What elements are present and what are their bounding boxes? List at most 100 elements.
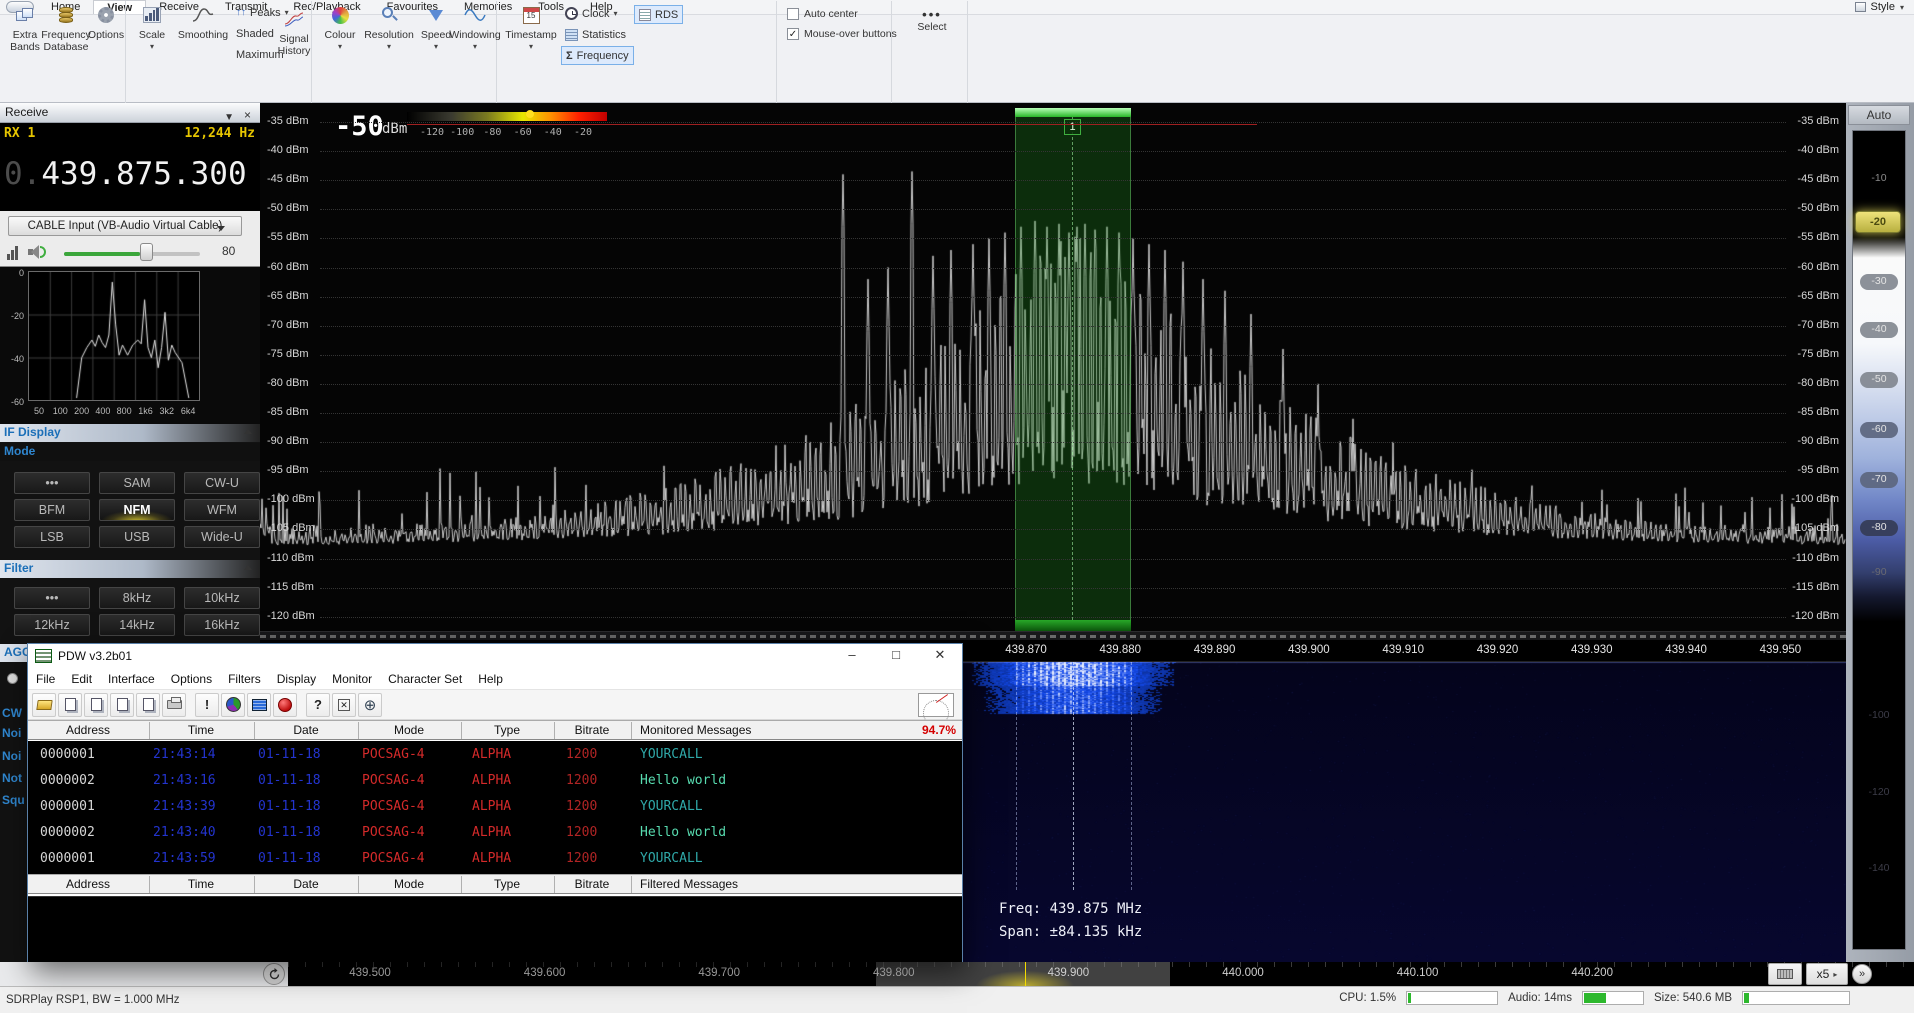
mode-button-SAM[interactable]: SAM	[99, 472, 175, 494]
pdw-column-header[interactable]: Type	[462, 877, 552, 891]
alert-button[interactable]: !	[195, 693, 219, 717]
volume-slider[interactable]	[64, 252, 200, 256]
tuning-region-top-bar[interactable]	[1015, 108, 1131, 117]
pdw-column-header[interactable]: Time	[156, 877, 246, 891]
collapsed-section-label[interactable]: CW	[2, 706, 22, 720]
help-button[interactable]: ?	[306, 693, 330, 717]
filter-button-12kHz[interactable]: 12kHz	[14, 614, 90, 636]
band-refresh-button[interactable]	[263, 963, 285, 985]
section-mode[interactable]: Mode	[0, 443, 260, 461]
mode-button-[interactable]: •••	[14, 472, 90, 494]
close-button[interactable]: ✕	[918, 644, 962, 668]
monitored-messages-header[interactable]: 94.7% AddressTimeDateModeTypeBitrateMoni…	[28, 720, 962, 740]
mode-button-BFM[interactable]: BFM	[14, 499, 90, 521]
section-collapse-icon[interactable]	[244, 429, 252, 434]
pdw-column-header[interactable]: Bitrate	[547, 877, 637, 891]
speed-button[interactable]: Speed▾	[417, 3, 455, 53]
collapsed-section-label[interactable]: Squ	[2, 793, 25, 807]
frequency-digits[interactable]: 0.439.875.300	[4, 156, 247, 192]
open-button[interactable]	[32, 693, 56, 717]
slider-label--50[interactable]: -50	[1860, 372, 1898, 388]
slider-label--20[interactable]: -20	[1855, 211, 1901, 233]
pdw-column-header[interactable]: Time	[156, 723, 246, 737]
maximize-button[interactable]: □	[874, 644, 918, 668]
pdw-title-bar[interactable]: PDW v3.2b01 – □ ✕	[28, 644, 962, 668]
colour-button[interactable]: Colour▾	[319, 3, 361, 53]
filter-button-8kHz[interactable]: 8kHz	[99, 587, 175, 609]
pdw-column-header[interactable]: Address	[43, 723, 133, 737]
rds-button[interactable]: RDS	[634, 5, 683, 24]
slider-label--30[interactable]: -30	[1860, 274, 1898, 290]
pdw-menu-display[interactable]: Display	[269, 672, 324, 686]
pdw-menu-edit[interactable]: Edit	[63, 672, 100, 686]
auto-range-button[interactable]: Auto	[1848, 105, 1910, 125]
pdw-column-header[interactable]: Monitored Messages	[640, 723, 751, 737]
filter-button-16kHz[interactable]: 16kHz	[184, 614, 260, 636]
signal-history-button[interactable]: SignalHistory	[276, 7, 312, 57]
spectrum-waterfall-splitter[interactable]	[260, 631, 1846, 640]
tuning-region[interactable]	[1015, 108, 1131, 631]
statistics-button[interactable]: Statistics	[561, 25, 630, 44]
section-if-display[interactable]: IF Display	[0, 424, 260, 442]
pdw-message-row[interactable]: 000000221:43:4001-11-18POCSAG-4ALPHA1200…	[28, 821, 962, 847]
pdw-menu-filters[interactable]: Filters	[220, 672, 269, 686]
mode-button-CWU[interactable]: CW-U	[184, 472, 260, 494]
smoothing-button[interactable]: Smoothing	[174, 3, 232, 41]
audio-device-select[interactable]: CABLE Input (VB-Audio Virtual Cable)	[8, 216, 242, 236]
receive-panel-header[interactable]: Receive ▼ ×	[0, 103, 260, 123]
mode-button-WideU[interactable]: Wide-U	[184, 526, 260, 548]
clock-button[interactable]: Clock▾	[561, 4, 622, 23]
mode-button-WFM[interactable]: WFM	[184, 499, 260, 521]
intensity-slider-track[interactable]	[1852, 130, 1906, 950]
frequency-button[interactable]: Σ Frequency	[561, 46, 634, 65]
record-button[interactable]	[273, 693, 297, 717]
section-filter[interactable]: Filter	[0, 560, 260, 578]
extra-bands-button[interactable]: ExtraBands	[6, 3, 44, 53]
volume-slider-thumb[interactable]	[140, 243, 153, 261]
select-button[interactable]: ••• Select	[910, 9, 954, 33]
print-button[interactable]	[162, 693, 186, 717]
collapsed-section-label[interactable]: Noi	[2, 726, 21, 740]
mode-button-NFM[interactable]: NFM	[99, 499, 175, 521]
pdw-menu-monitor[interactable]: Monitor	[324, 672, 380, 686]
filter-button-14kHz[interactable]: 14kHz	[99, 614, 175, 636]
statistics-button[interactable]	[221, 693, 245, 717]
fast-forward-button[interactable]: »	[1852, 964, 1872, 984]
minimize-button[interactable]: –	[830, 644, 874, 668]
collapsed-section-label[interactable]: Noi	[2, 749, 21, 763]
filter-button-10kHz[interactable]: 10kHz	[184, 587, 260, 609]
pdw-message-row[interactable]: 000000121:43:3901-11-18POCSAG-4ALPHA1200…	[28, 795, 962, 821]
frequency-database-button[interactable]: FrequencyDatabase	[44, 3, 88, 53]
pdw-menu-character-set[interactable]: Character Set	[380, 672, 470, 686]
pdw-column-header[interactable]: Date	[261, 723, 351, 737]
globe-button[interactable]: ⊕	[358, 693, 382, 717]
pdw-column-header[interactable]: Filtered Messages	[640, 877, 738, 891]
style-menu[interactable]: Style ▾	[1855, 0, 1904, 14]
spectrum-display[interactable]: 1 -50 dBm -35 dBm-35 dBm-40 dBm-40 dBm-4…	[260, 103, 1846, 631]
windowing-button[interactable]: Windowing▾	[455, 3, 495, 53]
pdw-menu-help[interactable]: Help	[470, 672, 511, 686]
shaded-button[interactable]: Shaded	[232, 24, 278, 43]
mode-button-LSB[interactable]: LSB	[14, 526, 90, 548]
pdw-column-header[interactable]: Bitrate	[547, 723, 637, 737]
filtered-messages-header[interactable]: AddressTimeDateModeTypeBitrateFiltered M…	[28, 874, 962, 894]
options-button[interactable]: Options	[88, 3, 124, 41]
pdw-window[interactable]: PDW v3.2b01 – □ ✕ FileEditInterfaceOptio…	[27, 643, 963, 962]
slider-label--70[interactable]: -70	[1860, 472, 1898, 488]
zoom-level-button[interactable]: x5▸	[1806, 963, 1848, 985]
pdw-message-row[interactable]: 000000121:43:5901-11-18POCSAG-4ALPHA1200…	[28, 847, 962, 873]
pdw-message-row[interactable]: 000000221:43:1601-11-18POCSAG-4ALPHA1200…	[28, 769, 962, 795]
pdw-column-header[interactable]: Date	[261, 877, 351, 891]
pdw-column-header[interactable]: Mode	[364, 723, 454, 737]
pdw-menu-interface[interactable]: Interface	[100, 672, 163, 686]
band-scale[interactable]: 439.500439.600439.700439.800439.900440.0…	[260, 962, 1764, 986]
keyboard-entry-button[interactable]	[1768, 963, 1802, 985]
tuning-region-bottom-bar[interactable]	[1015, 620, 1131, 631]
pdw-menu-options[interactable]: Options	[163, 672, 220, 686]
pdw-column-header[interactable]: Address	[43, 877, 133, 891]
speaker-icon[interactable]	[28, 244, 46, 260]
copy-button[interactable]	[58, 693, 82, 717]
scale-button[interactable]: Scale▾	[132, 3, 172, 53]
monitor-button[interactable]	[247, 693, 271, 717]
auto-center-checkbox[interactable]: Auto center	[787, 8, 858, 20]
